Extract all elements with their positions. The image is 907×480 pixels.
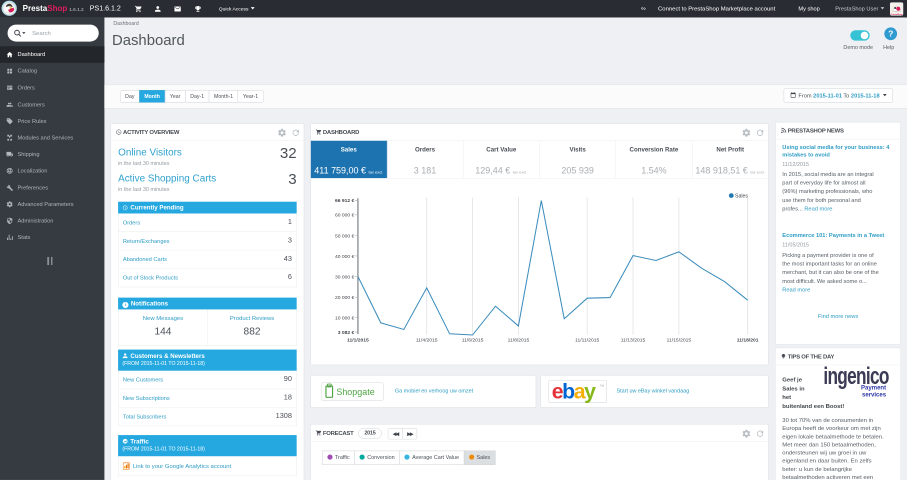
svg-text:11/6/2015: 11/6/2015	[462, 338, 484, 344]
svg-text:Shopgate: Shopgate	[336, 387, 374, 397]
svg-text:Sales: Sales	[735, 193, 748, 199]
svg-text:20 000 €: 20 000 €	[335, 295, 355, 301]
svg-text:ebay: ebay	[552, 380, 596, 403]
svg-text:10 000 €: 10 000 €	[335, 316, 355, 322]
svg-text:11/8/2015: 11/8/2015	[508, 338, 530, 344]
svg-text:PrestaShop: PrestaShop	[891, 13, 904, 16]
svg-text:11/13/2015: 11/13/2015	[621, 338, 646, 344]
svg-text:66 912 €: 66 912 €	[335, 198, 355, 204]
svg-text:30 000 €: 30 000 €	[335, 274, 355, 280]
svg-text:11/15/2015: 11/15/2015	[667, 338, 692, 344]
svg-text:11/4/2015: 11/4/2015	[416, 338, 438, 344]
svg-text:40 000 €: 40 000 €	[335, 254, 355, 260]
svg-text:60 000 €: 60 000 €	[335, 213, 355, 219]
svg-text:11/11/2015: 11/11/2015	[575, 338, 599, 344]
svg-text:™: ™	[599, 384, 604, 390]
svg-text:11/1/2015: 11/1/2015	[347, 338, 369, 344]
svg-text:3 082 €: 3 082 €	[338, 330, 355, 336]
svg-text:50 000 €: 50 000 €	[335, 233, 355, 239]
svg-text:11/18/201: 11/18/201	[737, 338, 759, 344]
